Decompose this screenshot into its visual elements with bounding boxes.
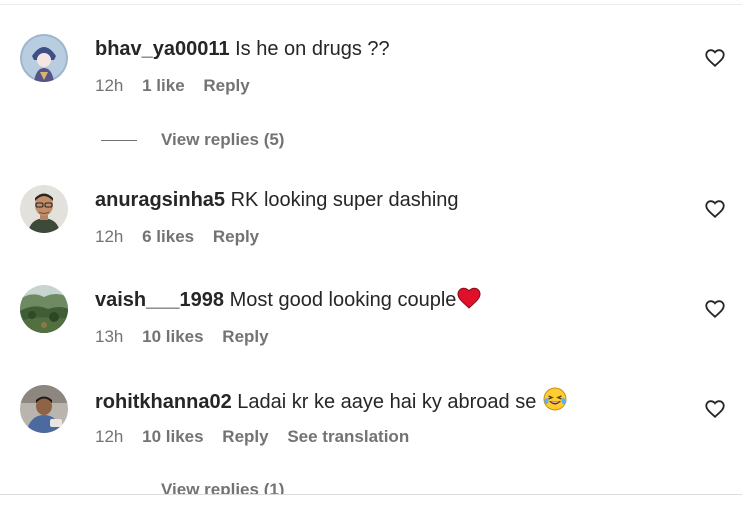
anime-character-avatar[interactable]	[20, 34, 68, 82]
comment-item: bhav_ya00011 Is he on drugs ?? 12h 1 lik…	[0, 34, 742, 114]
comment-time: 12h	[95, 76, 124, 95]
comment-item: rohitkhanna02 Ladai kr ke aaye hai ky ab…	[0, 385, 742, 465]
comment-text-line: rohitkhanna02 Ladai kr ke aaye hai ky ab…	[95, 387, 567, 418]
comment-likes[interactable]: 1 like	[142, 76, 185, 95]
comment-username[interactable]: bhav_ya00011	[95, 38, 230, 60]
comment-item: vaish___1998 Most good looking couple 13…	[0, 285, 742, 365]
like-heart-icon[interactable]	[704, 198, 726, 220]
comment-username[interactable]: vaish___1998	[95, 289, 224, 311]
comment-likes[interactable]: 6 likes	[142, 227, 194, 246]
comment-meta: 12h 6 likes Reply	[95, 226, 273, 248]
see-translation-button[interactable]: See translation	[287, 427, 409, 446]
comment-username[interactable]: rohitkhanna02	[95, 391, 232, 413]
comment-meta: 13h 10 likes Reply	[95, 326, 283, 348]
man-with-glasses-avatar[interactable]	[20, 185, 68, 233]
comment-text: Most good looking couple	[229, 289, 457, 311]
comment-time: 13h	[95, 327, 124, 346]
comment-text: Is he on drugs ??	[235, 38, 390, 60]
comment-text-line: anuragsinha5 RK looking super dashing	[95, 187, 459, 213]
comments-panel: bhav_ya00011 Is he on drugs ?? 12h 1 lik…	[0, 0, 742, 513]
reply-button[interactable]: Reply	[213, 227, 259, 246]
comment-text: RK looking super dashing	[230, 189, 459, 211]
replies-divider-line	[101, 140, 137, 141]
comment-meta: 12h 10 likes Reply See translation	[95, 426, 423, 448]
reply-button[interactable]: Reply	[222, 427, 268, 446]
red-heart-emoji-icon	[457, 287, 481, 316]
top-divider	[0, 4, 742, 5]
reply-button[interactable]: Reply	[203, 76, 249, 95]
like-heart-icon[interactable]	[704, 298, 726, 320]
comment-text-line: vaish___1998 Most good looking couple	[95, 287, 481, 316]
laughing-emoji-icon	[543, 387, 567, 418]
comment-item: anuragsinha5 RK looking super dashing 12…	[0, 185, 742, 265]
comment-text-line: bhav_ya00011 Is he on drugs ??	[95, 36, 390, 62]
bottom-bar	[0, 495, 742, 513]
reply-button[interactable]: Reply	[222, 327, 268, 346]
person-avatar[interactable]	[20, 385, 68, 433]
like-heart-icon[interactable]	[704, 398, 726, 420]
comment-time: 12h	[95, 427, 124, 446]
comment-text: Ladai kr ke aaye hai ky abroad se	[237, 391, 537, 413]
comment-username[interactable]: anuragsinha5	[95, 189, 225, 211]
comment-likes[interactable]: 10 likes	[142, 327, 203, 346]
comment-time: 12h	[95, 227, 124, 246]
like-heart-icon[interactable]	[704, 47, 726, 69]
view-replies-button[interactable]: View replies (5)	[161, 129, 284, 151]
bottom-divider	[0, 494, 742, 495]
comment-likes[interactable]: 10 likes	[142, 427, 203, 446]
comment-meta: 12h 1 like Reply	[95, 75, 264, 97]
landscape-avatar[interactable]	[20, 285, 68, 333]
